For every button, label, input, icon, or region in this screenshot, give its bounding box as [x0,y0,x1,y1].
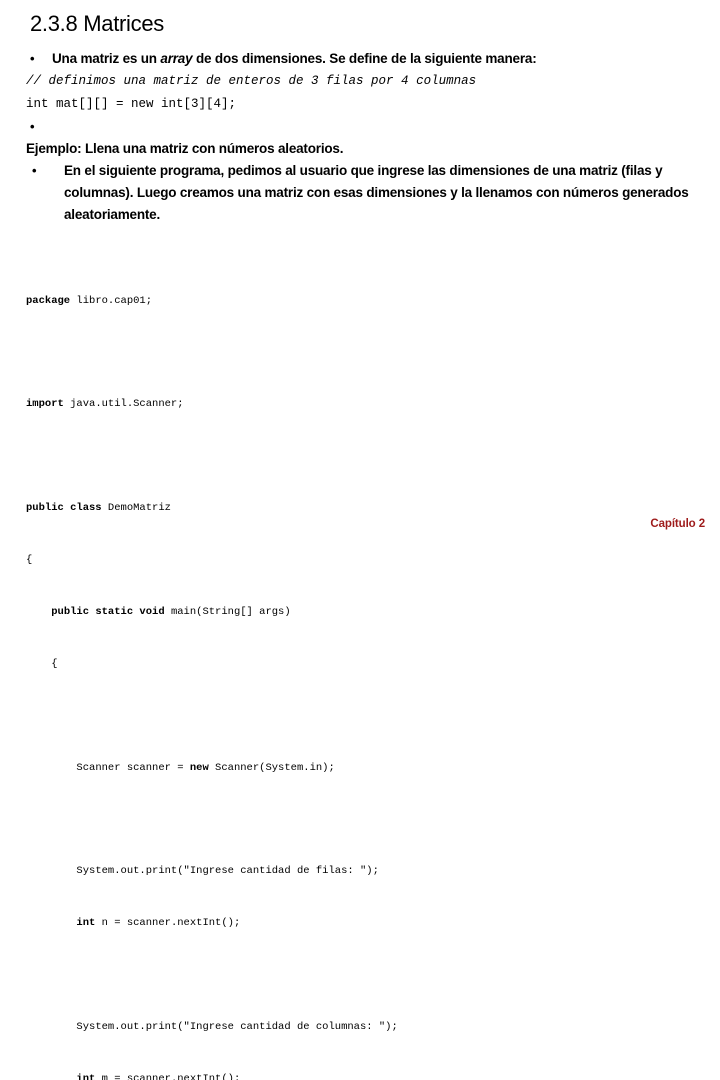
bullet-item-definition: • Una matriz es un array de dos dimensio… [22,48,708,70]
code-line: package libro.cap01; [26,293,666,310]
code-text: n = scanner.nextInt(); [95,917,241,930]
code-line: int n = scanner.nextInt(); [26,915,666,932]
code-text: Scanner(System.in); [208,761,335,774]
code-line: int m = scanner.nextInt(); [26,1071,666,1080]
code-keyword: package [26,294,71,307]
slide-canvas: 2.3.8 Matrices • Una matriz es un array … [0,0,720,1080]
slide-body: • Una matriz es un array de dos dimensio… [22,48,708,226]
code-keyword: int [76,1072,96,1080]
definition-text-part2: de dos dimensiones. Se define de la sigu… [192,51,537,66]
code-line: Scanner scanner = new Scanner(System.in)… [26,760,666,777]
code-text: main(String[] args) [164,605,291,618]
code-text: DemoMatriz [101,502,171,515]
code-keyword: public static void [51,605,165,618]
code-text: Scanner scanner = [76,761,190,774]
bullet-glyph-icon: • [30,119,35,134]
bullet-item-program-description: • En el siguiente programa, pedimos al u… [22,160,708,226]
bullet-item-empty: • [22,116,708,138]
code-line: public static void main(String[] args) [26,604,666,621]
code-keyword: int [76,917,96,930]
bullet-item-definition-text: Una matriz es un array de dos dimensione… [52,48,708,70]
example-description: : Llena una matriz con números aleatorio… [77,141,344,156]
bullet-item-empty-text [52,116,708,138]
code-text: System.out.print("Ingrese cantidad de co… [76,1021,398,1034]
code-text: m = scanner.nextInt(); [95,1072,241,1080]
definition-italic-term: array [160,51,193,66]
code-line: public class DemoMatriz [26,500,666,517]
code-line: { [26,552,666,569]
code-text: java.util.Scanner; [63,398,184,411]
java-code-block: package libro.cap01; import java.util.Sc… [26,258,666,1080]
code-line: { [26,656,666,673]
code-declaration-line: int mat[][] = new int[3][4]; [26,97,237,111]
chapter-footer-note: Capítulo 2 [650,518,705,530]
definition-text-part1: Una matriz es un [52,51,161,66]
code-line: import java.util.Scanner; [26,396,666,413]
code-text: { [26,554,33,567]
code-line: System.out.print("Ingrese cantidad de fi… [26,863,666,880]
bullet-item-program-description-text: En el siguiente programa, pedimos al usu… [64,163,689,222]
code-line: System.out.print("Ingrese cantidad de co… [26,1019,666,1036]
page-title: 2.3.8 Matrices [30,11,164,36]
code-comment-line: // definimos una matriz de enteros de 3 … [26,74,477,88]
example-label: Ejemplo [26,141,78,156]
bullet-glyph-icon: • [30,51,35,66]
code-keyword: import [26,398,64,411]
code-text: System.out.print("Ingrese cantidad de fi… [76,865,379,878]
code-keyword: public class [26,502,102,515]
code-text: libro.cap01; [70,294,153,307]
bullet-glyph-icon: • [32,163,37,178]
code-text: { [51,657,58,670]
example-heading: Ejemplo: Llena una matriz con números al… [22,138,708,160]
code-keyword: new [189,761,209,774]
